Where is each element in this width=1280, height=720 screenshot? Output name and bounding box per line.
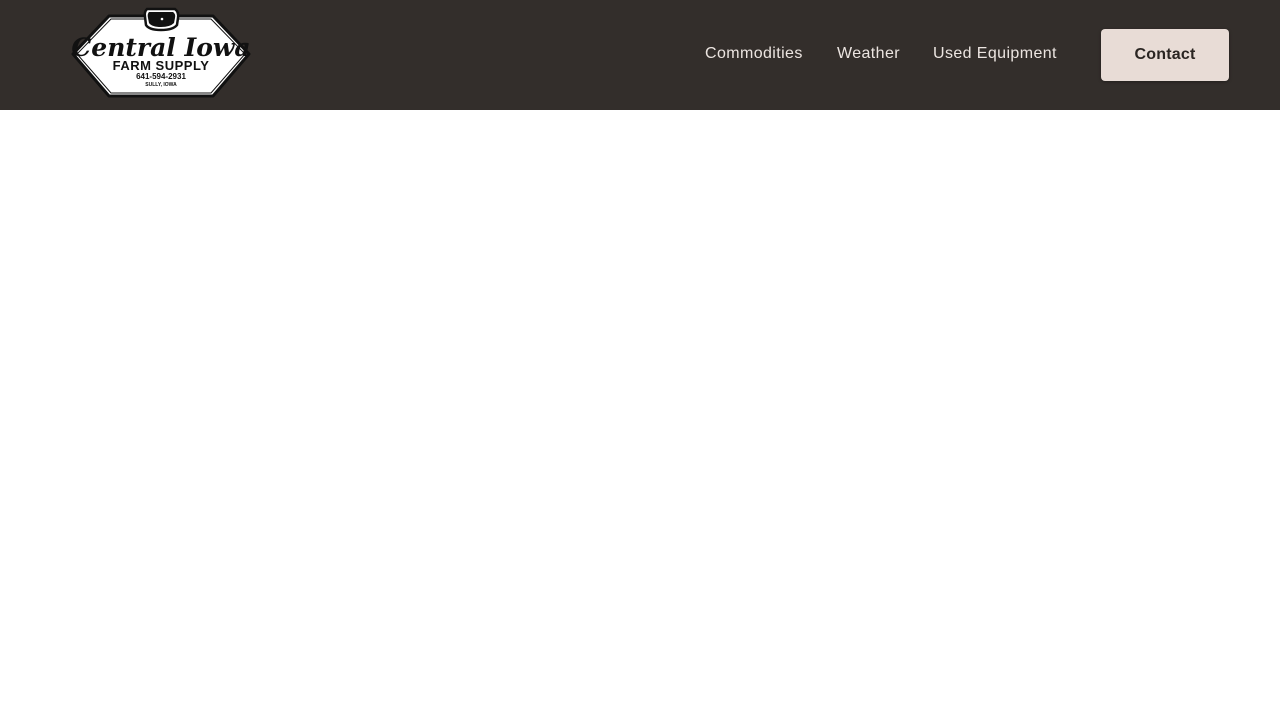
main-content: [0, 110, 1280, 720]
main-navigation: Commodities Weather Used Equipment: [0, 0, 1280, 110]
nav-link-used-equipment[interactable]: Used Equipment: [933, 44, 1057, 64]
site-header: Central Iowa FARM SUPPLY 641-594-2931 SU…: [0, 0, 1280, 110]
nav-link-commodities[interactable]: Commodities: [705, 44, 803, 64]
contact-button[interactable]: Contact: [1101, 29, 1229, 81]
nav-link-weather[interactable]: Weather: [837, 44, 900, 64]
